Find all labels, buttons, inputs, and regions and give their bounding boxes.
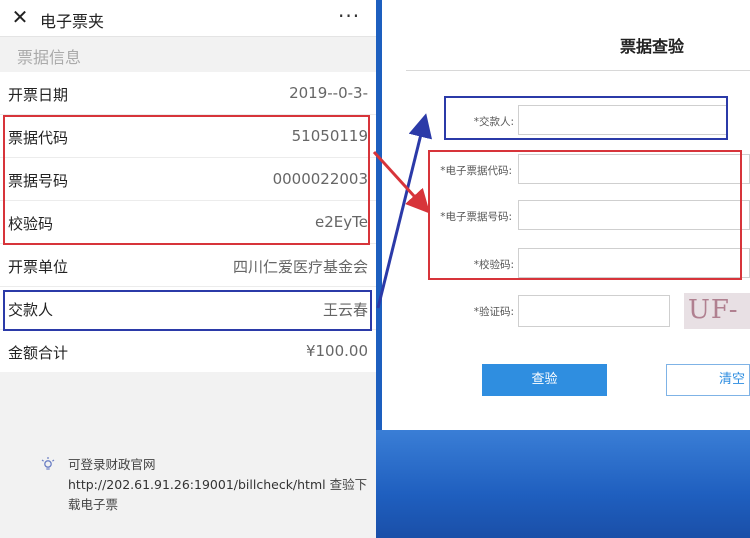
tip-text: 可登录财政官网 http://202.61.91.26:19001/billch… — [68, 455, 368, 515]
red-annotation-box-form — [428, 150, 742, 280]
captcha-input[interactable] — [518, 295, 670, 327]
tip-prefix: 可登录财政官网 — [68, 457, 156, 472]
form-title: 票据查验 — [620, 37, 685, 56]
row-value: 2019--0-3- — [289, 84, 368, 102]
clear-button[interactable]: 清空 — [666, 364, 750, 396]
check-button[interactable]: 查验 — [482, 364, 607, 396]
captcha-text: UF-VH — [688, 295, 739, 329]
close-icon[interactable]: ✕ — [10, 7, 30, 27]
app-title: 电子票夹 — [40, 12, 105, 31]
top-bar: ✕ 电子票夹 ··· — [0, 0, 376, 37]
title-divider — [406, 70, 750, 71]
blue-annotation-box-form — [444, 96, 728, 140]
red-annotation-box — [3, 115, 370, 245]
captcha-label: *验证码: — [473, 306, 514, 318]
footer-background — [376, 430, 750, 538]
more-icon[interactable]: ··· — [338, 4, 360, 28]
row-label: 开票日期 — [8, 86, 69, 104]
mobile-ticket-panel: ✕ 电子票夹 ··· 票据信息 开票日期 2019--0-3- 票据代码 510… — [0, 0, 376, 538]
list-item: 开票日期 2019--0-3- — [0, 72, 376, 115]
row-value: 四川仁爱医疗基金会 — [232, 258, 368, 276]
list-item: 开票单位 四川仁爱医疗基金会 — [0, 244, 376, 287]
row-label: 金额合计 — [8, 344, 69, 362]
tip-url-link[interactable]: http://202.61.91.26:19001/billcheck/html — [68, 477, 326, 492]
section-title: 票据信息 — [17, 48, 82, 67]
blue-annotation-box — [3, 290, 372, 331]
list-item: 金额合计 ¥100.00 — [0, 330, 376, 373]
captcha-image[interactable]: UF-VH — [684, 293, 750, 329]
row-label: 开票单位 — [8, 258, 69, 276]
row-value: ¥100.00 — [305, 342, 368, 360]
lightbulb-icon — [41, 457, 55, 470]
